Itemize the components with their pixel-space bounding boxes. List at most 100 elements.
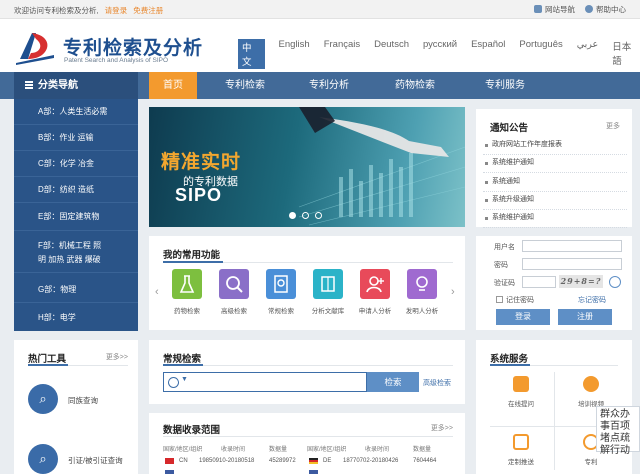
- magnifier-icon[interactable]: [219, 269, 249, 299]
- refresh-icon[interactable]: [609, 276, 621, 288]
- nav-home[interactable]: 首页: [149, 72, 197, 99]
- header: 专利检索及分析 Patent Search and Analysis of SI…: [0, 19, 640, 72]
- advanced-search-link[interactable]: 高级检索: [423, 378, 451, 388]
- carousel-dot-2[interactable]: [302, 212, 309, 219]
- service-custom-push[interactable]: 定制推送: [488, 434, 554, 466]
- site-title: 专利检索及分析: [63, 38, 204, 59]
- search-button[interactable]: 检索: [367, 372, 419, 392]
- notice-item[interactable]: 政府网站工作年度报表: [483, 135, 627, 155]
- globe-icon[interactable]: [168, 377, 179, 388]
- carousel-dot-1[interactable]: [289, 212, 296, 219]
- hero-banner[interactable]: 精准实时 的专利数据 SIPO: [149, 107, 465, 227]
- film-reel-icon: [583, 376, 599, 392]
- nav-patent-service[interactable]: 专利服务: [470, 72, 540, 99]
- carousel-dot-3[interactable]: [315, 212, 322, 219]
- category-f[interactable]: F部：机械工程 照 明 加热 武器 爆破: [14, 231, 138, 273]
- family-search-icon[interactable]: ⌕: [28, 384, 58, 414]
- lang-french[interactable]: Français: [324, 39, 360, 69]
- search-input[interactable]: ▼: [163, 372, 367, 392]
- forgot-password-link[interactable]: 忘记密码: [578, 295, 606, 305]
- notice-item[interactable]: 系统升级通知: [483, 190, 627, 210]
- table-header: 国家/地区/组织: [307, 447, 347, 453]
- table-header: 数据量: [269, 447, 288, 453]
- user-add-icon[interactable]: [360, 269, 390, 299]
- nav-drug-search[interactable]: 药物检索: [380, 72, 450, 99]
- register-button[interactable]: 注册: [558, 309, 612, 325]
- flag-de-icon: [309, 458, 318, 464]
- flask-icon[interactable]: [172, 269, 202, 299]
- function-label: 申请人分析: [358, 308, 392, 315]
- notice-item[interactable]: 系统维护通知: [483, 153, 627, 173]
- remember-checkbox[interactable]: [496, 296, 503, 303]
- carousel-dots: [289, 212, 322, 219]
- category-d[interactable]: D部：纺织 造纸: [14, 177, 138, 203]
- notice-more-link[interactable]: 更多: [606, 121, 620, 131]
- lang-english[interactable]: English: [279, 39, 310, 69]
- function-label: 常规检索: [268, 308, 294, 315]
- chevron-down-icon[interactable]: ▼: [181, 376, 188, 383]
- category-g[interactable]: G部：物理: [14, 277, 138, 303]
- table-cell: 19850910-20180518: [199, 458, 255, 464]
- flag-eu-icon: [309, 470, 318, 474]
- lang-chinese[interactable]: 中文: [238, 39, 265, 69]
- nav-patent-analysis[interactable]: 专利分析: [294, 72, 364, 99]
- function-label: 高级检索: [221, 308, 247, 315]
- help-link[interactable]: 帮助中心: [585, 4, 626, 15]
- hot-tools-panel: 热门工具 更多>> ⌕ 同族查询 ⌕ 引证/被引证查询: [14, 340, 138, 474]
- citation-search-icon[interactable]: ⌕: [28, 444, 58, 474]
- category-a[interactable]: A部：人类生活必需: [14, 99, 138, 125]
- password-input[interactable]: [522, 258, 622, 270]
- lang-portuguese[interactable]: Português: [519, 39, 562, 69]
- table-cell: DE: [323, 458, 332, 464]
- username-input[interactable]: [522, 240, 622, 252]
- login-button[interactable]: 登录: [496, 309, 550, 325]
- category-e[interactable]: E部：固定建筑物: [14, 203, 138, 231]
- category-f-line1: F部：机械工程 照: [38, 241, 102, 250]
- table-header: 数据量: [413, 447, 432, 453]
- flag-cn-icon: [165, 458, 174, 464]
- tool-citation-search[interactable]: 引证/被引证查询: [68, 455, 123, 466]
- service-training-video[interactable]: 培训视频: [558, 376, 624, 408]
- floating-notice-widget[interactable]: 群众办事百项堵点疏解行动: [596, 406, 640, 456]
- lang-spanish[interactable]: Español: [471, 39, 505, 69]
- category-h[interactable]: H部：电学: [14, 305, 138, 331]
- site-subtitle: Patent Search and Analysis of SIPO: [64, 57, 169, 64]
- stats-more-link[interactable]: 更多>>: [431, 423, 453, 433]
- category-nav-label: 分类导航: [38, 80, 78, 91]
- service-online-question[interactable]: 在线提问: [488, 376, 554, 408]
- tools-more-link[interactable]: 更多>>: [106, 352, 128, 362]
- username-label: 用户名: [494, 244, 515, 251]
- lang-russian[interactable]: русский: [423, 39, 457, 69]
- lightbulb-icon[interactable]: [407, 269, 437, 299]
- notice-item[interactable]: 系统维护通知: [483, 208, 627, 228]
- table-cell: 7604464: [413, 458, 437, 464]
- table-header: 收录时间: [221, 447, 246, 453]
- captcha-image[interactable]: 29+8=?: [559, 275, 603, 288]
- sitemap-icon: [534, 5, 542, 13]
- login-link[interactable]: 请登录: [105, 6, 128, 15]
- remember-label: 记住密码: [506, 297, 534, 304]
- tool-family-search[interactable]: 同族查询: [68, 395, 98, 406]
- register-link[interactable]: 免费注册: [133, 6, 163, 15]
- logo-icon[interactable]: [14, 29, 56, 65]
- nav-patent-search[interactable]: 专利检索: [210, 72, 280, 99]
- category-b[interactable]: B部：作业 运输: [14, 125, 138, 151]
- document-search-icon[interactable]: [266, 269, 296, 299]
- lang-german[interactable]: Deutsch: [374, 39, 409, 69]
- functions-title: 我的常用功能: [163, 250, 221, 261]
- next-arrow-icon[interactable]: ›: [451, 286, 455, 298]
- data-coverage-panel: 数据收录范围 更多>> 国家/地区/组织 收录时间 数据量 国家/地区/组织 收…: [149, 413, 465, 474]
- lang-japanese[interactable]: 日本語: [612, 39, 640, 69]
- book-icon[interactable]: [313, 269, 343, 299]
- category-f-line2: 明 加热 武器 爆破: [38, 255, 101, 264]
- prev-arrow-icon[interactable]: ‹: [155, 286, 159, 298]
- notice-item[interactable]: 系统通知: [483, 172, 627, 192]
- service-label: 在线提问: [508, 401, 534, 408]
- category-c[interactable]: C部：化学 冶金: [14, 151, 138, 177]
- login-panel: 用户名 密码 验证码 29+8=? 记住密码 忘记密码 登录 注册: [476, 236, 632, 330]
- lang-arabic[interactable]: عربي: [577, 39, 598, 69]
- captcha-input[interactable]: [522, 276, 556, 288]
- table-header: 国家/地区/组织: [163, 447, 203, 453]
- category-nav-toggle[interactable]: 分类导航: [14, 72, 138, 99]
- site-nav-link[interactable]: 网站导航: [534, 4, 575, 15]
